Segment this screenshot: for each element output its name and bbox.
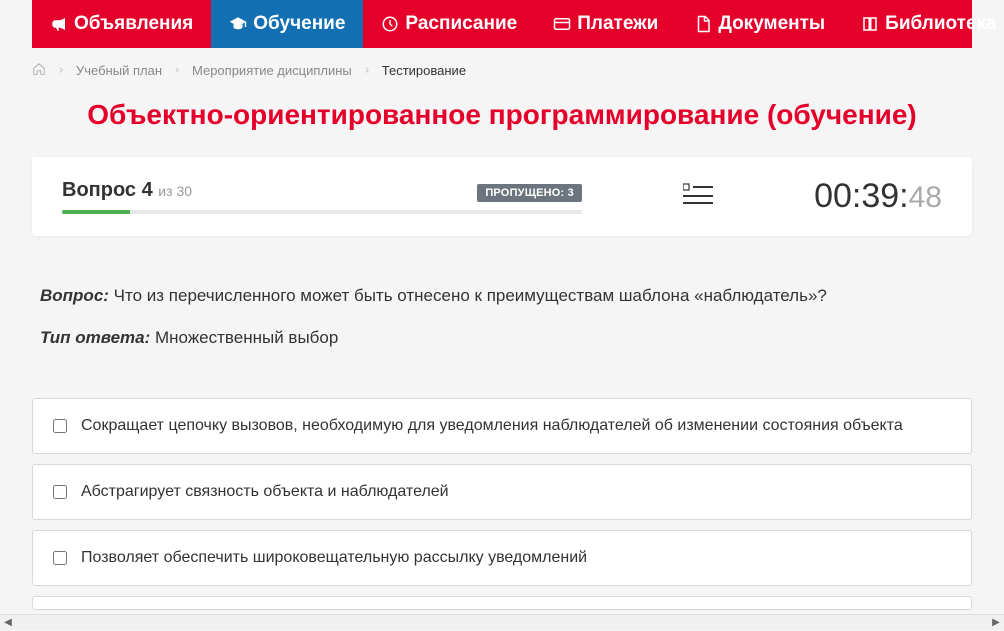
progress-bar <box>62 210 582 214</box>
answer-type: Тип ответа: Множественный выбор <box>40 328 964 348</box>
answer-option[interactable]: Абстрагирует связность объекта и наблюда… <box>32 464 972 520</box>
breadcrumb-item[interactable]: Мероприятие дисциплины <box>192 63 352 78</box>
answer-text: Сокращает цепочку вызовов, необходимую д… <box>81 417 903 435</box>
breadcrumb-item[interactable]: Учебный план <box>76 63 162 78</box>
answer-option[interactable]: Позволяет обеспечить широковещательную р… <box>32 530 972 586</box>
nav-schedule[interactable]: Расписание <box>363 0 535 48</box>
breadcrumb: Учебный план Мероприятие дисциплины Тест… <box>32 48 972 93</box>
graduation-icon <box>229 15 247 33</box>
clock-icon <box>381 15 399 33</box>
scroll-right-icon[interactable]: ▶ <box>988 615 1004 631</box>
answer-checkbox[interactable] <box>53 485 67 499</box>
answer-text: Позволяет обеспечить широковещательную р… <box>81 549 587 567</box>
question-number: Вопрос 4 из 30 <box>62 179 192 202</box>
nav-announcements[interactable]: Объявления <box>32 0 211 48</box>
nav-label: Обучение <box>253 13 345 35</box>
nav-library[interactable]: Библиотека <box>843 0 1004 48</box>
page-title: Объектно-ориентированное программировани… <box>32 93 972 157</box>
question-text: Вопрос: Что из перечисленного может быть… <box>40 284 964 308</box>
nav-label: Библиотека <box>885 13 996 35</box>
nav-documents[interactable]: Документы <box>676 0 843 48</box>
megaphone-icon <box>50 15 68 33</box>
main-nav: Объявления Обучение Расписание Платежи Д… <box>32 0 972 48</box>
breadcrumb-current: Тестирование <box>382 63 466 78</box>
answers-list: Сокращает цепочку вызовов, необходимую д… <box>32 398 972 610</box>
horizontal-scrollbar[interactable]: ◀ ▶ <box>0 614 1004 630</box>
timer: 00:39:48 <box>814 177 942 216</box>
book-icon <box>861 15 879 33</box>
nav-payments[interactable]: Платежи <box>535 0 676 48</box>
home-icon[interactable] <box>32 62 46 79</box>
skipped-badge: ПРОПУЩЕНО: 3 <box>477 184 582 202</box>
chevron-right-icon <box>56 63 66 78</box>
answer-checkbox[interactable] <box>53 551 67 565</box>
nav-label: Документы <box>718 13 825 35</box>
answer-checkbox[interactable] <box>53 419 67 433</box>
answer-option[interactable]: Сокращает цепочку вызовов, необходимую д… <box>32 398 972 454</box>
progress-card: Вопрос 4 из 30 ПРОПУЩЕНО: 3 00:39:48 <box>32 157 972 236</box>
nav-label: Расписание <box>405 13 517 35</box>
doc-icon <box>694 15 712 33</box>
chevron-right-icon <box>362 63 372 78</box>
answer-text: Абстрагирует связность объекта и наблюда… <box>81 483 449 501</box>
nav-learning[interactable]: Обучение <box>211 0 363 48</box>
scroll-left-icon[interactable]: ◀ <box>0 615 16 631</box>
chevron-right-icon <box>172 63 182 78</box>
answer-option[interactable] <box>32 596 972 610</box>
nav-label: Платежи <box>577 13 658 35</box>
question-list-button[interactable] <box>683 182 713 211</box>
question-block: Вопрос: Что из перечисленного может быть… <box>32 236 972 358</box>
card-icon <box>553 15 571 33</box>
nav-label: Объявления <box>74 13 193 35</box>
